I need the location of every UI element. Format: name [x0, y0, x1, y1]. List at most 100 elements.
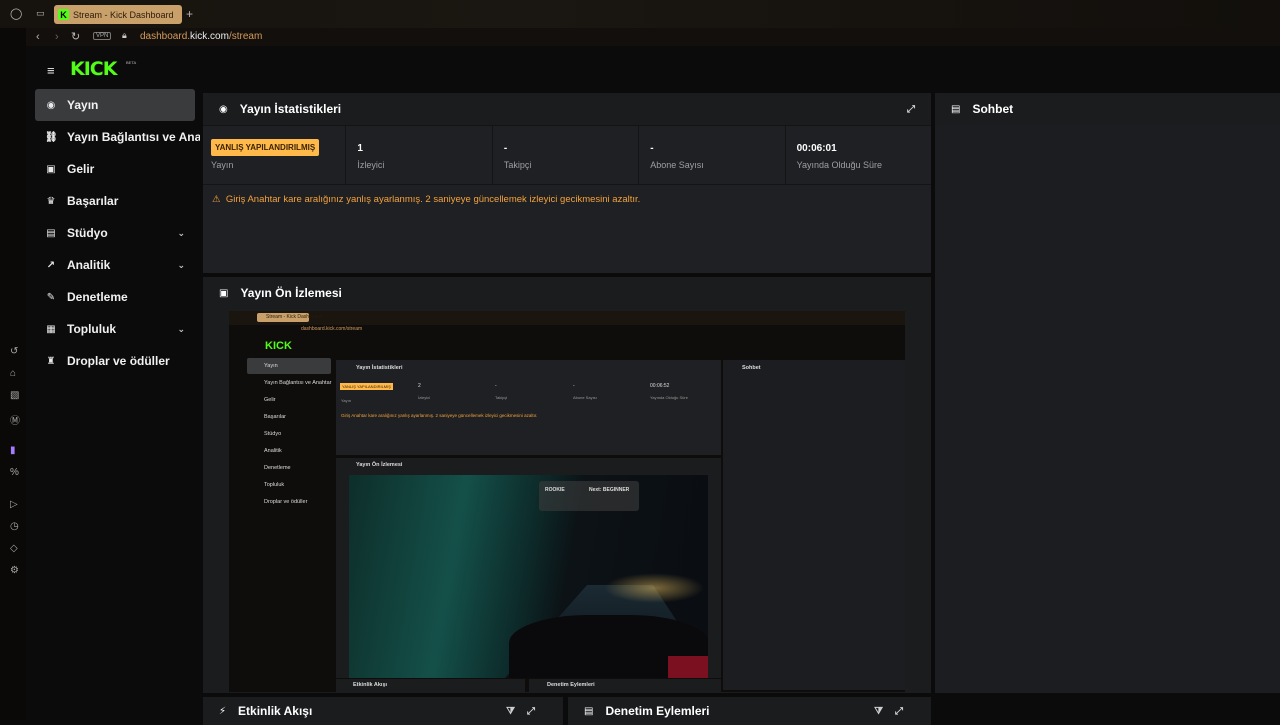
nested-nav-item: Denetleme: [264, 465, 291, 471]
chevron-down-icon[interactable]: ⌄: [177, 228, 185, 239]
stats-panel-header: ◉ Yayın İstatistikleri ⤢: [203, 93, 931, 125]
nested-status-badge: YANLIŞ YAPILANDIRILMIŞ: [340, 383, 393, 390]
chevron-down-icon[interactable]: ⌄: [177, 260, 185, 271]
filter-icon[interactable]: ⧩: [506, 706, 527, 717]
stat-uptime: 00:06:01 Yayında Olduğu Süre: [786, 126, 931, 184]
sidebar-item-basarilar[interactable]: ♛ Başarılar: [35, 185, 200, 217]
sidebar-item-yayin[interactable]: ◉ Yayın: [35, 89, 195, 121]
nested-chat-panel: [723, 360, 905, 690]
twitch-icon[interactable]: ▮: [10, 445, 16, 456]
sidebar-item-label: Yayın: [67, 98, 99, 112]
stats-icon: ◉: [219, 103, 228, 115]
new-tab-button[interactable]: +: [186, 7, 193, 21]
lock-icon[interactable]: 🔒︎: [122, 30, 127, 41]
nested-uptime-label: Yayında Olduğu Süre: [650, 395, 688, 400]
nested-warning: Giriş Anahtar kare aralığınız yanlış aya…: [341, 413, 538, 418]
followers-value: -: [503, 143, 508, 154]
settings-gear-icon[interactable]: ⚙: [10, 565, 19, 576]
followers-label: Takipçi: [503, 160, 532, 170]
play-icon[interactable]: ▷: [10, 499, 18, 510]
moderation-tools: ⧩⤢: [874, 706, 915, 717]
beta-tag: BETA: [126, 60, 137, 65]
uptime-value: 00:06:01: [796, 143, 837, 154]
nested-status-label: Yayın: [341, 398, 351, 403]
nested-uptime-value: 00:06:52: [650, 383, 670, 389]
community-icon: ▦: [46, 323, 56, 335]
list-icon: ▤: [584, 705, 594, 717]
broadcast-icon: ◉: [46, 99, 56, 111]
url-path: /stream: [228, 31, 263, 42]
nested-nav-item: Başarılar: [264, 414, 287, 420]
nested-stats-panel: [336, 360, 721, 455]
back-icon[interactable]: ‹: [36, 31, 40, 43]
browser-menu-icon[interactable]: ◯: [10, 7, 22, 20]
kick-logo[interactable]: KICK: [70, 58, 117, 80]
sidebar-item-label: Denetleme: [67, 290, 128, 304]
sidebar-nav: ◉ Yayın ⛓ Yayın Bağlantısı ve Anahtar ▣ Gel…: [35, 89, 200, 377]
revenue-icon: ▣: [46, 163, 56, 175]
history-icon[interactable]: ↺: [10, 346, 18, 357]
cube-icon[interactable]: ◇: [10, 543, 18, 554]
warning-text: Giriş Anahtar kare aralığınız yanlış aya…: [225, 194, 641, 205]
filter-icon[interactable]: ⧩: [874, 706, 895, 717]
reload-icon[interactable]: ↻: [71, 30, 80, 43]
wrench-icon: ✎: [46, 291, 56, 303]
sidebar-item-label: Gelir: [67, 162, 95, 176]
nested-subs-value: -: [573, 383, 575, 389]
sidebar-item-studyo[interactable]: ▤ Stüdyo ⌄: [35, 217, 200, 249]
bag-icon[interactable]: ⌂: [10, 368, 16, 379]
stat-viewers: 1 İzleyici: [346, 126, 493, 184]
nested-subs-label: Abone Sayısı: [573, 395, 597, 400]
clock-icon[interactable]: ◷: [10, 521, 19, 532]
sidebar-item-topluluk[interactable]: ▦ Topluluk ⌄: [35, 313, 200, 345]
url-prefix: dashboard.: [140, 31, 191, 42]
game-tunnel-light: [604, 573, 704, 603]
percent-icon[interactable]: %: [10, 467, 19, 478]
url-text[interactable]: dashboard.kick.com/stream: [140, 31, 262, 42]
nested-viewers-value: 2: [418, 383, 421, 389]
game-hud-next: Next: BEGINNER: [589, 487, 630, 493]
sidebar-item-label: Droplar ve ödüller: [67, 354, 170, 368]
studio-icon: ▤: [46, 227, 56, 239]
app-header: [26, 46, 1280, 90]
sidebar-item-stream-key[interactable]: ⛓ Yayın Bağlantısı ve Anahtar: [35, 121, 200, 153]
nested-activity-title: Etkinlik Akışı: [353, 682, 388, 688]
expand-icon[interactable]: ⤢: [907, 104, 915, 115]
nested-nav-active: [247, 358, 331, 374]
stream-preview-video[interactable]: Stream - Kick Dashboard dashboard.kick.c…: [229, 311, 905, 692]
expand-icon[interactable]: ⤢: [527, 706, 547, 717]
keyframe-warning: ⚠ Giriş Anahtar kare aralığınız yanlış a…: [203, 185, 931, 214]
vpn-badge[interactable]: VPN: [93, 32, 112, 40]
browser-tab-active[interactable]: K Stream - Kick Dashboard: [54, 5, 182, 24]
forward-icon[interactable]: ›: [55, 31, 59, 43]
chat-panel-header: ▤ Sohbet: [935, 93, 1280, 125]
sidebar-item-label: Yayın Bağlantısı ve Anahtar: [67, 130, 200, 144]
news-icon[interactable]: ▧: [10, 390, 19, 401]
tab-switcher-icon[interactable]: ▭: [36, 8, 45, 19]
activity-feed-title: Etkinlik Akışı: [238, 704, 313, 718]
stat-subs: - Abone Sayısı: [639, 126, 786, 184]
activity-tools: ⧩⤢: [506, 706, 547, 717]
m-icon[interactable]: Ⓜ: [10, 412, 20, 427]
chevron-down-icon[interactable]: ⌄: [177, 324, 185, 335]
nested-logo: KICK: [265, 340, 292, 352]
nested-nav-item: Analitik: [264, 448, 282, 454]
game-hud-rank: ROOKIE: [545, 487, 565, 493]
nested-nav-item: Gelir: [264, 397, 276, 403]
sidebar-item-denetleme[interactable]: ✎ Denetleme: [35, 281, 200, 313]
chat-icon: ▤: [951, 103, 961, 115]
moderation-actions-title: Denetim Eylemleri: [605, 704, 710, 718]
sidebar-item-droplar[interactable]: ♜ Droplar ve ödüller: [35, 345, 200, 377]
moderation-actions-header: ▤ Denetim Eylemleri ⧩⤢: [568, 697, 931, 725]
expand-icon[interactable]: ⤢: [895, 706, 915, 717]
warning-icon: ⚠: [212, 194, 221, 205]
sidebar-item-label: Topluluk: [67, 322, 117, 336]
hamburger-menu-icon[interactable]: ≡: [47, 63, 55, 78]
trophy-icon: ♛: [46, 195, 56, 207]
url-domain: kick.com: [190, 31, 229, 42]
browser-sidebar: [0, 0, 26, 720]
sidebar-item-analitik[interactable]: ↗ Analitik ⌄: [35, 249, 200, 281]
game-footage: ROOKIE Next: BEGINNER: [349, 475, 708, 678]
nested-nav-item: Yayın: [264, 363, 278, 369]
sidebar-item-gelir[interactable]: ▣ Gelir: [35, 153, 200, 185]
